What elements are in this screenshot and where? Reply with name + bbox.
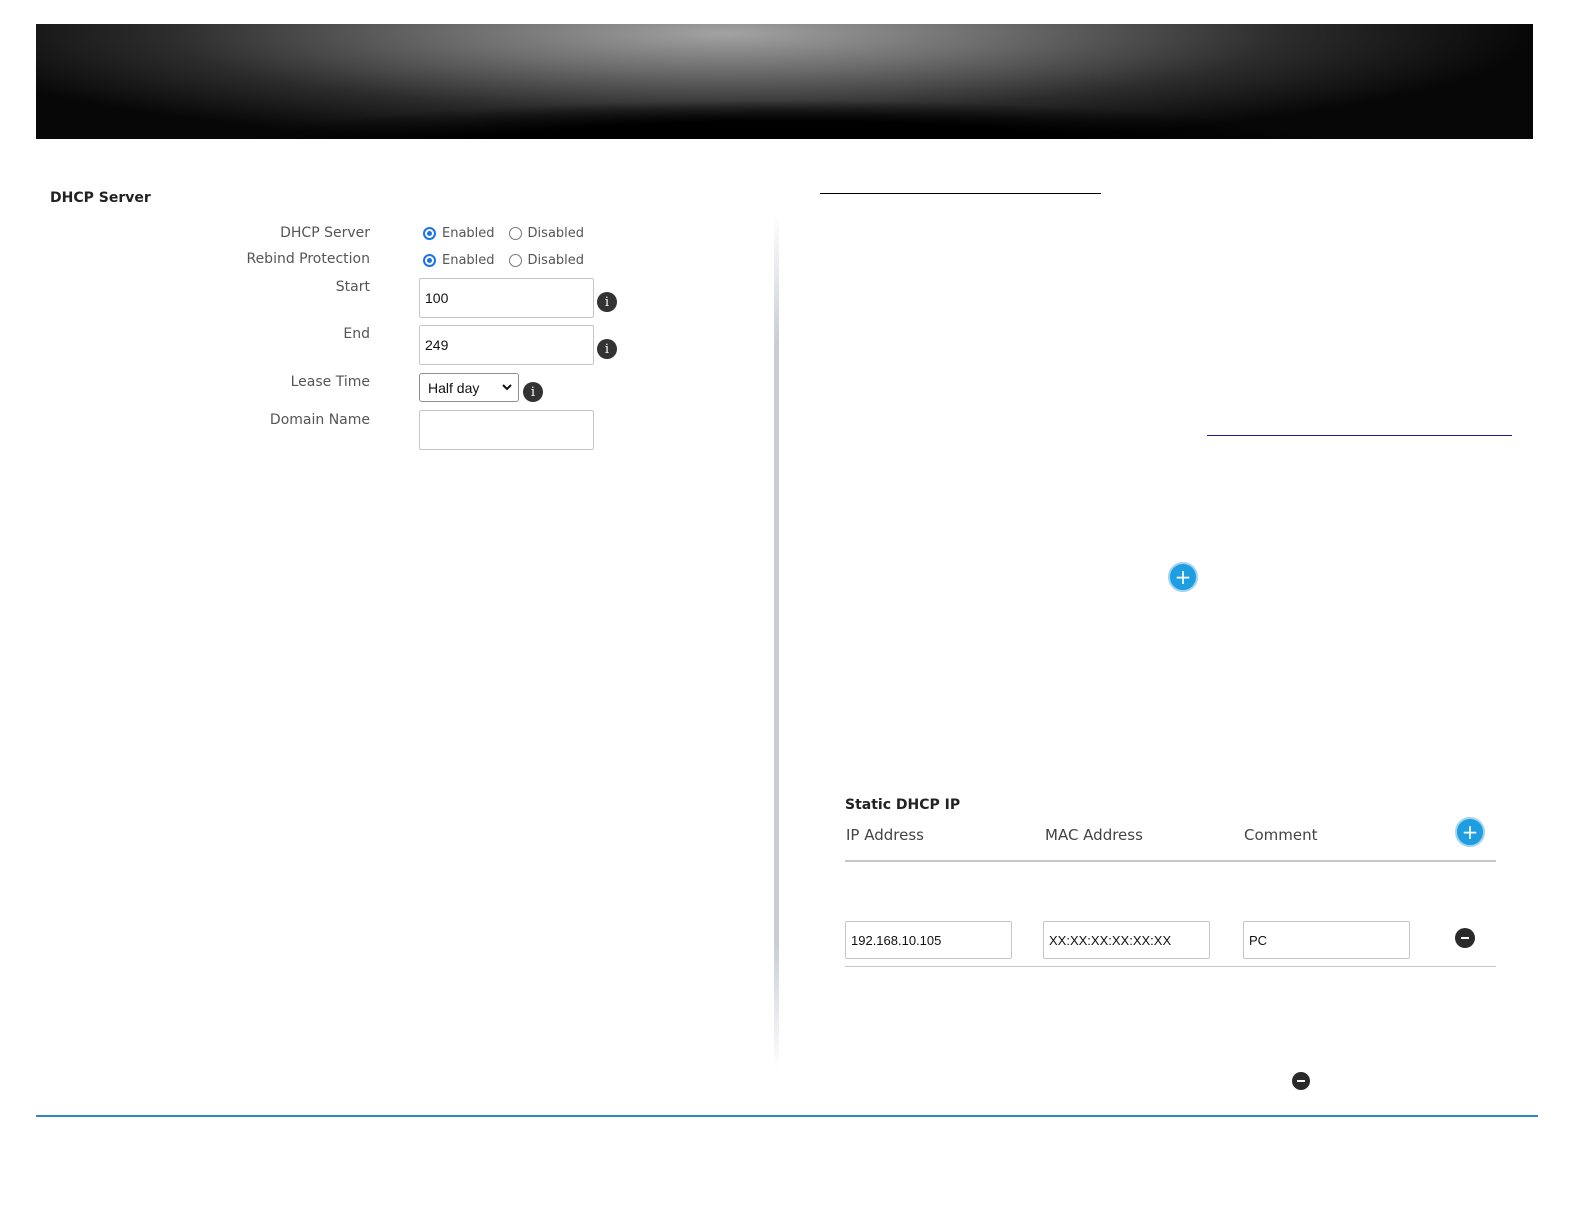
add-static-ip-button[interactable]: + bbox=[1455, 817, 1485, 847]
comment-column-header: Comment bbox=[1244, 826, 1318, 844]
table-row: 192.168.10.105 XX:XX:XX:XX:XX:XX PC bbox=[845, 921, 1496, 967]
dhcp-server-enabled-radio[interactable] bbox=[423, 227, 436, 240]
rebind-protection-disabled-radio[interactable] bbox=[508, 254, 522, 267]
lease-time-info-icon[interactable]: i bbox=[523, 382, 543, 402]
lease-time-selected-value: Half day bbox=[428, 379, 480, 396]
rebind-protection-radio-group: Enabled Disabled bbox=[423, 253, 598, 268]
rebind-protection-disabled-label[interactable]: Disabled bbox=[528, 253, 584, 268]
start-info-icon[interactable]: i bbox=[597, 292, 617, 312]
header-banner bbox=[36, 24, 1533, 139]
static-mac-input[interactable]: XX:XX:XX:XX:XX:XX bbox=[1043, 921, 1210, 959]
domain-name-label: Domain Name bbox=[269, 412, 370, 428]
table-row-rule bbox=[845, 966, 1496, 967]
start-label: Start bbox=[335, 279, 370, 295]
dhcp-server-enabled-label[interactable]: Enabled bbox=[442, 226, 495, 241]
panel-divider bbox=[774, 215, 779, 1070]
domain-name-input[interactable] bbox=[419, 410, 594, 450]
remove-icon bbox=[1292, 1072, 1310, 1090]
dhcp-server-disabled-radio[interactable] bbox=[508, 227, 522, 240]
static-ip-input[interactable]: 192.168.10.105 bbox=[845, 921, 1012, 959]
dhcp-server-radio-group: Enabled Disabled bbox=[423, 226, 598, 241]
static-dhcp-title: Static DHCP IP bbox=[845, 797, 961, 813]
end-input[interactable]: 249 bbox=[419, 325, 594, 365]
rebind-protection-label: Rebind Protection bbox=[246, 251, 370, 267]
heading-rule bbox=[820, 193, 1101, 194]
end-label: End bbox=[343, 326, 370, 342]
mac-address-column-header: MAC Address bbox=[1045, 826, 1143, 844]
lease-time-label: Lease Time bbox=[290, 374, 370, 390]
static-comment-input[interactable]: PC bbox=[1243, 921, 1410, 959]
chevron-down-icon bbox=[502, 384, 512, 391]
remove-row-button[interactable] bbox=[1455, 928, 1475, 948]
dhcp-section-title: DHCP Server bbox=[50, 190, 151, 206]
end-info-icon[interactable]: i bbox=[597, 339, 617, 359]
dhcp-server-disabled-label[interactable]: Disabled bbox=[528, 226, 584, 241]
add-icon: + bbox=[1168, 562, 1198, 592]
dhcp-server-label: DHCP Server bbox=[280, 225, 370, 241]
table-header-rule bbox=[845, 860, 1496, 862]
footer-rule bbox=[36, 1115, 1538, 1117]
lease-time-select[interactable]: Half day bbox=[419, 373, 519, 402]
ip-address-column-header: IP Address bbox=[846, 826, 924, 844]
start-input[interactable]: 100 bbox=[419, 278, 594, 318]
rebind-protection-enabled-radio[interactable] bbox=[423, 254, 436, 267]
rebind-protection-enabled-label[interactable]: Enabled bbox=[442, 253, 495, 268]
link-underline bbox=[1207, 435, 1512, 436]
